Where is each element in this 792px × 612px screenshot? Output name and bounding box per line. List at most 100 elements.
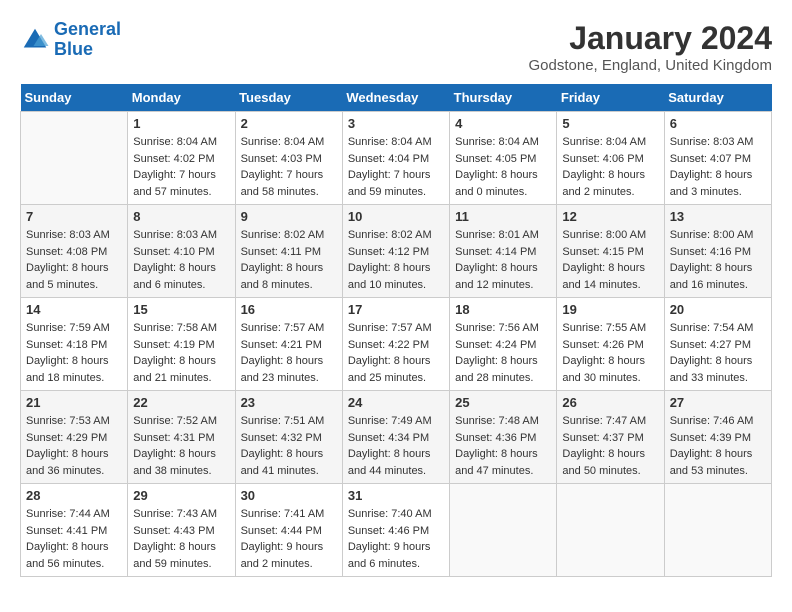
day-number: 25 [455, 395, 551, 410]
title-block: January 2024 Godstone, England, United K… [529, 20, 773, 74]
calendar-cell: 12 Sunrise: 8:00 AMSunset: 4:15 PMDayligh… [557, 205, 664, 298]
day-info: Sunrise: 7:53 AMSunset: 4:29 PMDaylight:… [26, 413, 122, 479]
day-number: 1 [133, 116, 229, 131]
day-info: Sunrise: 7:59 AMSunset: 4:18 PMDaylight:… [26, 320, 122, 386]
day-number: 29 [133, 488, 229, 503]
calendar-cell: 6Sunrise: 8:03 AMSunset: 4:07 PMDaylight… [664, 112, 771, 205]
week-row: 1 Sunrise: 8:04 AMSunset: 4:02 PMDaylight… [21, 112, 772, 205]
week-row: 28 Sunrise: 7:44 AMSunset: 4:41 PMDayligh… [21, 484, 772, 577]
day-info: Sunrise: 7:49 AMSunset: 4:34 PMDaylight:… [348, 413, 444, 479]
calendar-cell: 7Sunrise: 8:03 AMSunset: 4:08 PMDaylight… [21, 205, 128, 298]
day-info: Sunrise: 8:02 AMSunset: 4:11 PMDaylight:… [241, 227, 337, 293]
calendar-cell: 10 Sunrise: 8:02 AMSunset: 4:12 PMDayligh… [342, 205, 449, 298]
calendar-cell [450, 484, 557, 577]
calendar-cell: 4 Sunrise: 8:04 AMSunset: 4:05 PMDaylight… [450, 112, 557, 205]
calendar-cell: 15 Sunrise: 7:58 AMSunset: 4:19 PMDayligh… [128, 298, 235, 391]
calendar-cell: 31 Sunrise: 7:40 AMSunset: 4:46 PMDayligh… [342, 484, 449, 577]
calendar-cell: 27Sunrise: 7:46 AMSunset: 4:39 PMDayligh… [664, 391, 771, 484]
calendar-cell: 18 Sunrise: 7:56 AMSunset: 4:24 PMDayligh… [450, 298, 557, 391]
logo-line2: Blue [54, 39, 93, 59]
day-number: 23 [241, 395, 337, 410]
day-number: 14 [26, 302, 122, 317]
day-info: Sunrise: 7:55 AMSunset: 4:26 PMDaylight:… [562, 320, 658, 386]
day-number: 11 [455, 209, 551, 224]
day-number: 3 [348, 116, 444, 131]
logo-text: General Blue [54, 20, 121, 60]
day-info: Sunrise: 7:40 AMSunset: 4:46 PMDaylight:… [348, 506, 444, 572]
calendar-cell: 2 Sunrise: 8:04 AMSunset: 4:03 PMDaylight… [235, 112, 342, 205]
calendar-table: SundayMondayTuesdayWednesdayThursdayFrid… [20, 84, 772, 577]
day-number: 4 [455, 116, 551, 131]
day-info: Sunrise: 8:03 AMSunset: 4:08 PMDaylight:… [26, 227, 122, 293]
calendar-cell: 30 Sunrise: 7:41 AMSunset: 4:44 PMDayligh… [235, 484, 342, 577]
page-header: General Blue January 2024 Godstone, Engl… [20, 20, 772, 74]
day-info: Sunrise: 7:44 AMSunset: 4:41 PMDaylight:… [26, 506, 122, 572]
header-row: SundayMondayTuesdayWednesdayThursdayFrid… [21, 84, 772, 112]
calendar-cell: 19 Sunrise: 7:55 AMSunset: 4:26 PMDayligh… [557, 298, 664, 391]
calendar-cell: 5Sunrise: 8:04 AMSunset: 4:06 PMDaylight… [557, 112, 664, 205]
calendar-cell: 14 Sunrise: 7:59 AMSunset: 4:18 PMDayligh… [21, 298, 128, 391]
day-info: Sunrise: 8:04 AMSunset: 4:04 PMDaylight:… [348, 134, 444, 200]
calendar-cell [557, 484, 664, 577]
week-row: 21Sunrise: 7:53 AMSunset: 4:29 PMDayligh… [21, 391, 772, 484]
col-header-tuesday: Tuesday [235, 84, 342, 112]
day-info: Sunrise: 8:02 AMSunset: 4:12 PMDaylight:… [348, 227, 444, 293]
day-number: 18 [455, 302, 551, 317]
day-info: Sunrise: 7:57 AMSunset: 4:22 PMDaylight:… [348, 320, 444, 386]
day-number: 8 [133, 209, 229, 224]
day-number: 9 [241, 209, 337, 224]
calendar-cell [21, 112, 128, 205]
day-number: 5 [562, 116, 658, 131]
col-header-thursday: Thursday [450, 84, 557, 112]
day-info: Sunrise: 8:03 AMSunset: 4:10 PMDaylight:… [133, 227, 229, 293]
calendar-cell: 21Sunrise: 7:53 AMSunset: 4:29 PMDayligh… [21, 391, 128, 484]
day-info: Sunrise: 8:04 AMSunset: 4:03 PMDaylight:… [241, 134, 337, 200]
logo-line1: General [54, 19, 121, 39]
day-number: 2 [241, 116, 337, 131]
calendar-cell: 16 Sunrise: 7:57 AMSunset: 4:21 PMDayligh… [235, 298, 342, 391]
day-number: 16 [241, 302, 337, 317]
day-info: Sunrise: 7:58 AMSunset: 4:19 PMDaylight:… [133, 320, 229, 386]
col-header-saturday: Saturday [664, 84, 771, 112]
day-info: Sunrise: 8:00 AMSunset: 4:15 PMDaylight:… [562, 227, 658, 293]
calendar-cell: 24 Sunrise: 7:49 AMSunset: 4:34 PMDayligh… [342, 391, 449, 484]
col-header-monday: Monday [128, 84, 235, 112]
day-info: Sunrise: 7:47 AMSunset: 4:37 PMDaylight:… [562, 413, 658, 479]
day-info: Sunrise: 7:48 AMSunset: 4:36 PMDaylight:… [455, 413, 551, 479]
day-info: Sunrise: 7:43 AMSunset: 4:43 PMDaylight:… [133, 506, 229, 572]
day-info: Sunrise: 8:04 AMSunset: 4:05 PMDaylight:… [455, 134, 551, 200]
location: Godstone, England, United Kingdom [529, 57, 773, 74]
calendar-cell: 13Sunrise: 8:00 AMSunset: 4:16 PMDayligh… [664, 205, 771, 298]
week-row: 7Sunrise: 8:03 AMSunset: 4:08 PMDaylight… [21, 205, 772, 298]
calendar-cell: 26Sunrise: 7:47 AMSunset: 4:37 PMDayligh… [557, 391, 664, 484]
day-number: 22 [133, 395, 229, 410]
day-number: 15 [133, 302, 229, 317]
day-info: Sunrise: 8:04 AMSunset: 4:02 PMDaylight:… [133, 134, 229, 200]
day-number: 12 [562, 209, 658, 224]
day-info: Sunrise: 7:46 AMSunset: 4:39 PMDaylight:… [670, 413, 766, 479]
calendar-cell: 8 Sunrise: 8:03 AMSunset: 4:10 PMDaylight… [128, 205, 235, 298]
col-header-friday: Friday [557, 84, 664, 112]
day-number: 30 [241, 488, 337, 503]
day-number: 31 [348, 488, 444, 503]
day-info: Sunrise: 7:56 AMSunset: 4:24 PMDaylight:… [455, 320, 551, 386]
calendar-cell [664, 484, 771, 577]
day-info: Sunrise: 8:01 AMSunset: 4:14 PMDaylight:… [455, 227, 551, 293]
day-number: 24 [348, 395, 444, 410]
calendar-cell: 23Sunrise: 7:51 AMSunset: 4:32 PMDayligh… [235, 391, 342, 484]
col-header-sunday: Sunday [21, 84, 128, 112]
calendar-cell: 3 Sunrise: 8:04 AMSunset: 4:04 PMDaylight… [342, 112, 449, 205]
calendar-cell: 9 Sunrise: 8:02 AMSunset: 4:11 PMDaylight… [235, 205, 342, 298]
day-number: 20 [670, 302, 766, 317]
logo-icon [20, 25, 50, 55]
day-number: 19 [562, 302, 658, 317]
day-number: 17 [348, 302, 444, 317]
day-number: 13 [670, 209, 766, 224]
day-number: 10 [348, 209, 444, 224]
day-number: 28 [26, 488, 122, 503]
day-info: Sunrise: 7:57 AMSunset: 4:21 PMDaylight:… [241, 320, 337, 386]
day-info: Sunrise: 7:41 AMSunset: 4:44 PMDaylight:… [241, 506, 337, 572]
calendar-cell: 28 Sunrise: 7:44 AMSunset: 4:41 PMDayligh… [21, 484, 128, 577]
calendar-cell: 11 Sunrise: 8:01 AMSunset: 4:14 PMDayligh… [450, 205, 557, 298]
month-title: January 2024 [529, 20, 773, 57]
